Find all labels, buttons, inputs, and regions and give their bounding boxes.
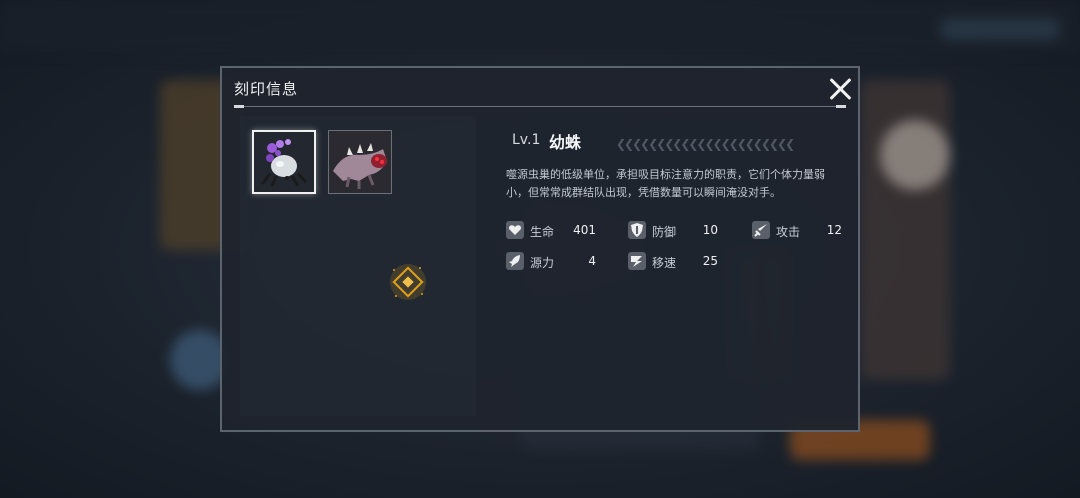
beast-portrait[interactable]: [328, 130, 392, 194]
background-blob: [940, 18, 1060, 40]
unit-selection-pane: [240, 116, 476, 416]
spiderling-portrait[interactable]: [252, 130, 316, 194]
dialog-title: 刻印信息: [234, 80, 299, 98]
sword-icon: [752, 221, 770, 239]
stat-label: 生命: [530, 225, 555, 239]
imprint-info-dialog: 刻印信息 Lv.1 幼蛛 ❮❮❮❮❮❮❮❮❮❮❮❮❮❮❮❮❮❮❮❮❮❮ 噬源虫巢…: [220, 66, 860, 432]
stat-move-speed: 移速 25: [628, 252, 748, 272]
unit-name: 幼蛛: [549, 133, 582, 152]
shield-icon: [628, 221, 646, 239]
stat-defense: 防御 10: [628, 221, 748, 241]
stat-value: 12: [826, 223, 842, 237]
unit-level: Lv.1: [512, 132, 541, 148]
stat-value: 4: [588, 254, 596, 268]
stat-value: 401: [573, 223, 596, 237]
beast-image: [329, 131, 391, 193]
stat-label: 移速: [652, 256, 677, 270]
stat-label: 攻击: [776, 225, 801, 239]
stat-label: 防御: [652, 225, 677, 239]
decorative-chevrons: ❮❮❮❮❮❮❮❮❮❮❮❮❮❮❮❮❮❮❮❮❮❮: [616, 137, 795, 151]
source-power-icon: [506, 252, 524, 270]
stat-source-power: 源力 4: [506, 252, 626, 272]
unit-header: Lv.1 幼蛛 ❮❮❮❮❮❮❮❮❮❮❮❮❮❮❮❮❮❮❮❮❮❮: [512, 129, 844, 153]
move-speed-icon: [628, 252, 646, 270]
title-divider: [234, 105, 846, 108]
stat-value: 25: [702, 254, 718, 268]
unit-description: 噬源虫巢的低级单位，承担吸目标注意力的职责，它们个体力量弱小，但常常成群结队出现…: [506, 168, 825, 199]
stat-attack: 攻击 12: [752, 221, 872, 241]
background-topbar: [0, 0, 1080, 52]
background-blob: [880, 120, 950, 190]
stat-hp: 生命 401: [506, 221, 626, 241]
close-icon[interactable]: [828, 76, 854, 102]
spiderling-image: [254, 132, 314, 192]
stat-value: 10: [702, 223, 718, 237]
rune-diamond-icon[interactable]: [388, 262, 428, 302]
stat-label: 源力: [530, 256, 555, 270]
heart-icon: [506, 221, 524, 239]
